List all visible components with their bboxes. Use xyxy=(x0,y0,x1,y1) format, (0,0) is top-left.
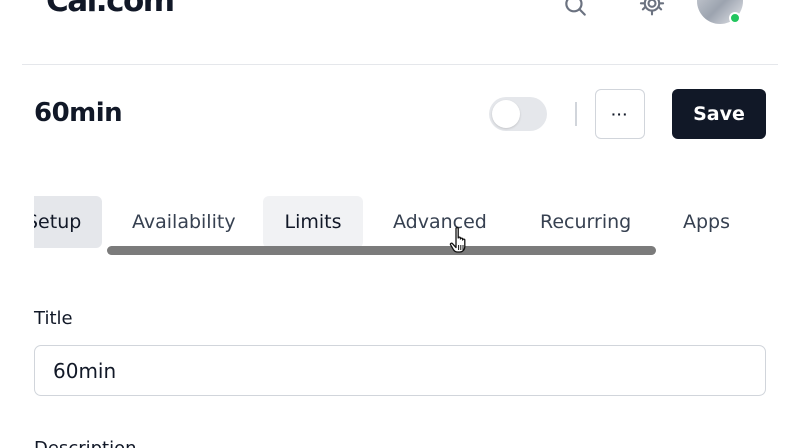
tab-recurring[interactable]: Recurring xyxy=(540,196,631,248)
tab-advanced[interactable]: Advanced xyxy=(393,196,487,248)
save-button[interactable]: Save xyxy=(672,89,766,139)
tab-availability[interactable]: Availability xyxy=(132,196,236,248)
event-title: 60min xyxy=(34,98,123,128)
tab-scrollbar[interactable] xyxy=(107,246,656,255)
event-type-editor: Cal.com 60min ··· Save Setup Availabilit… xyxy=(0,0,800,448)
tab-setup[interactable]: Setup xyxy=(34,196,102,248)
tab-limits[interactable]: Limits xyxy=(263,196,363,248)
tab-apps[interactable]: Apps xyxy=(683,196,730,248)
hidden-toggle[interactable] xyxy=(489,97,547,131)
header-divider xyxy=(22,64,778,65)
more-options-button[interactable]: ··· xyxy=(595,89,645,139)
cal-logo[interactable]: Cal.com xyxy=(46,0,175,17)
online-status-indicator xyxy=(729,12,741,24)
tab-bar: Setup Availability Limits Advanced Recur… xyxy=(0,196,800,248)
gear-icon[interactable] xyxy=(638,0,666,22)
hand-cursor-icon xyxy=(449,226,466,253)
description-label: Description xyxy=(34,438,137,448)
vertical-divider xyxy=(575,102,577,126)
toggle-knob xyxy=(492,100,520,128)
title-input[interactable] xyxy=(34,345,766,396)
title-label: Title xyxy=(34,308,73,329)
search-icon[interactable] xyxy=(562,0,588,20)
